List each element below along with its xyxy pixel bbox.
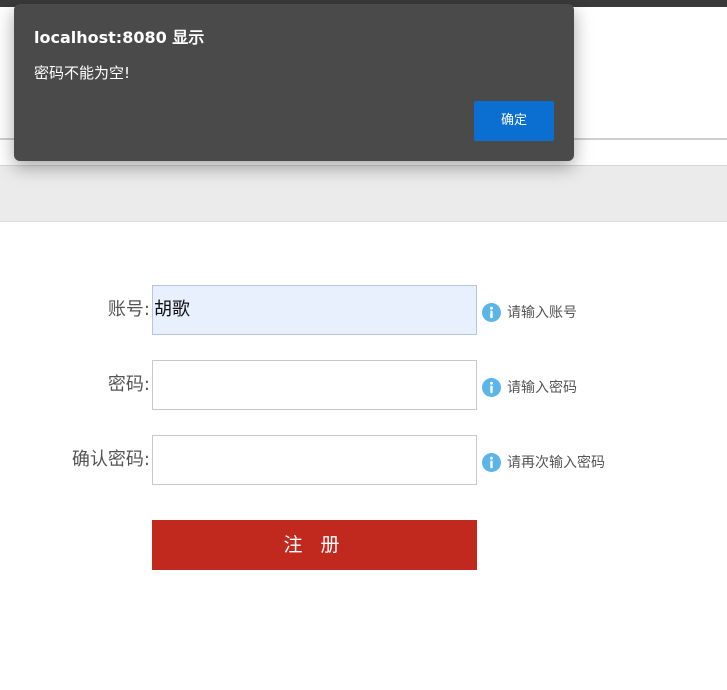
password-input[interactable]	[152, 360, 477, 410]
register-button[interactable]: 注 册	[152, 520, 477, 570]
confirm-password-hint: 请再次输入密码	[482, 437, 605, 487]
account-input[interactable]: 胡歌	[152, 285, 477, 335]
info-icon	[482, 302, 501, 322]
dialog-ok-button[interactable]: 确定	[474, 101, 554, 141]
account-hint: 请输入账号	[482, 287, 577, 337]
alert-dialog: localhost:8080 显示 密码不能为空! 确定	[14, 4, 574, 161]
password-hint: 请输入密码	[482, 362, 577, 412]
dialog-message: 密码不能为空!	[34, 64, 131, 82]
info-icon	[482, 452, 501, 472]
dialog-title: localhost:8080 显示	[34, 28, 205, 47]
nav-bar	[0, 165, 727, 222]
info-icon	[482, 377, 501, 397]
confirm-password-hint-text: 请再次输入密码	[507, 455, 605, 471]
password-label: 密码:	[107, 374, 150, 395]
confirm-password-input[interactable]	[152, 435, 477, 485]
account-label: 账号:	[107, 299, 150, 320]
account-hint-text: 请输入账号	[507, 305, 577, 321]
confirm-password-label: 确认密码:	[71, 449, 150, 470]
password-hint-text: 请输入密码	[507, 380, 577, 396]
